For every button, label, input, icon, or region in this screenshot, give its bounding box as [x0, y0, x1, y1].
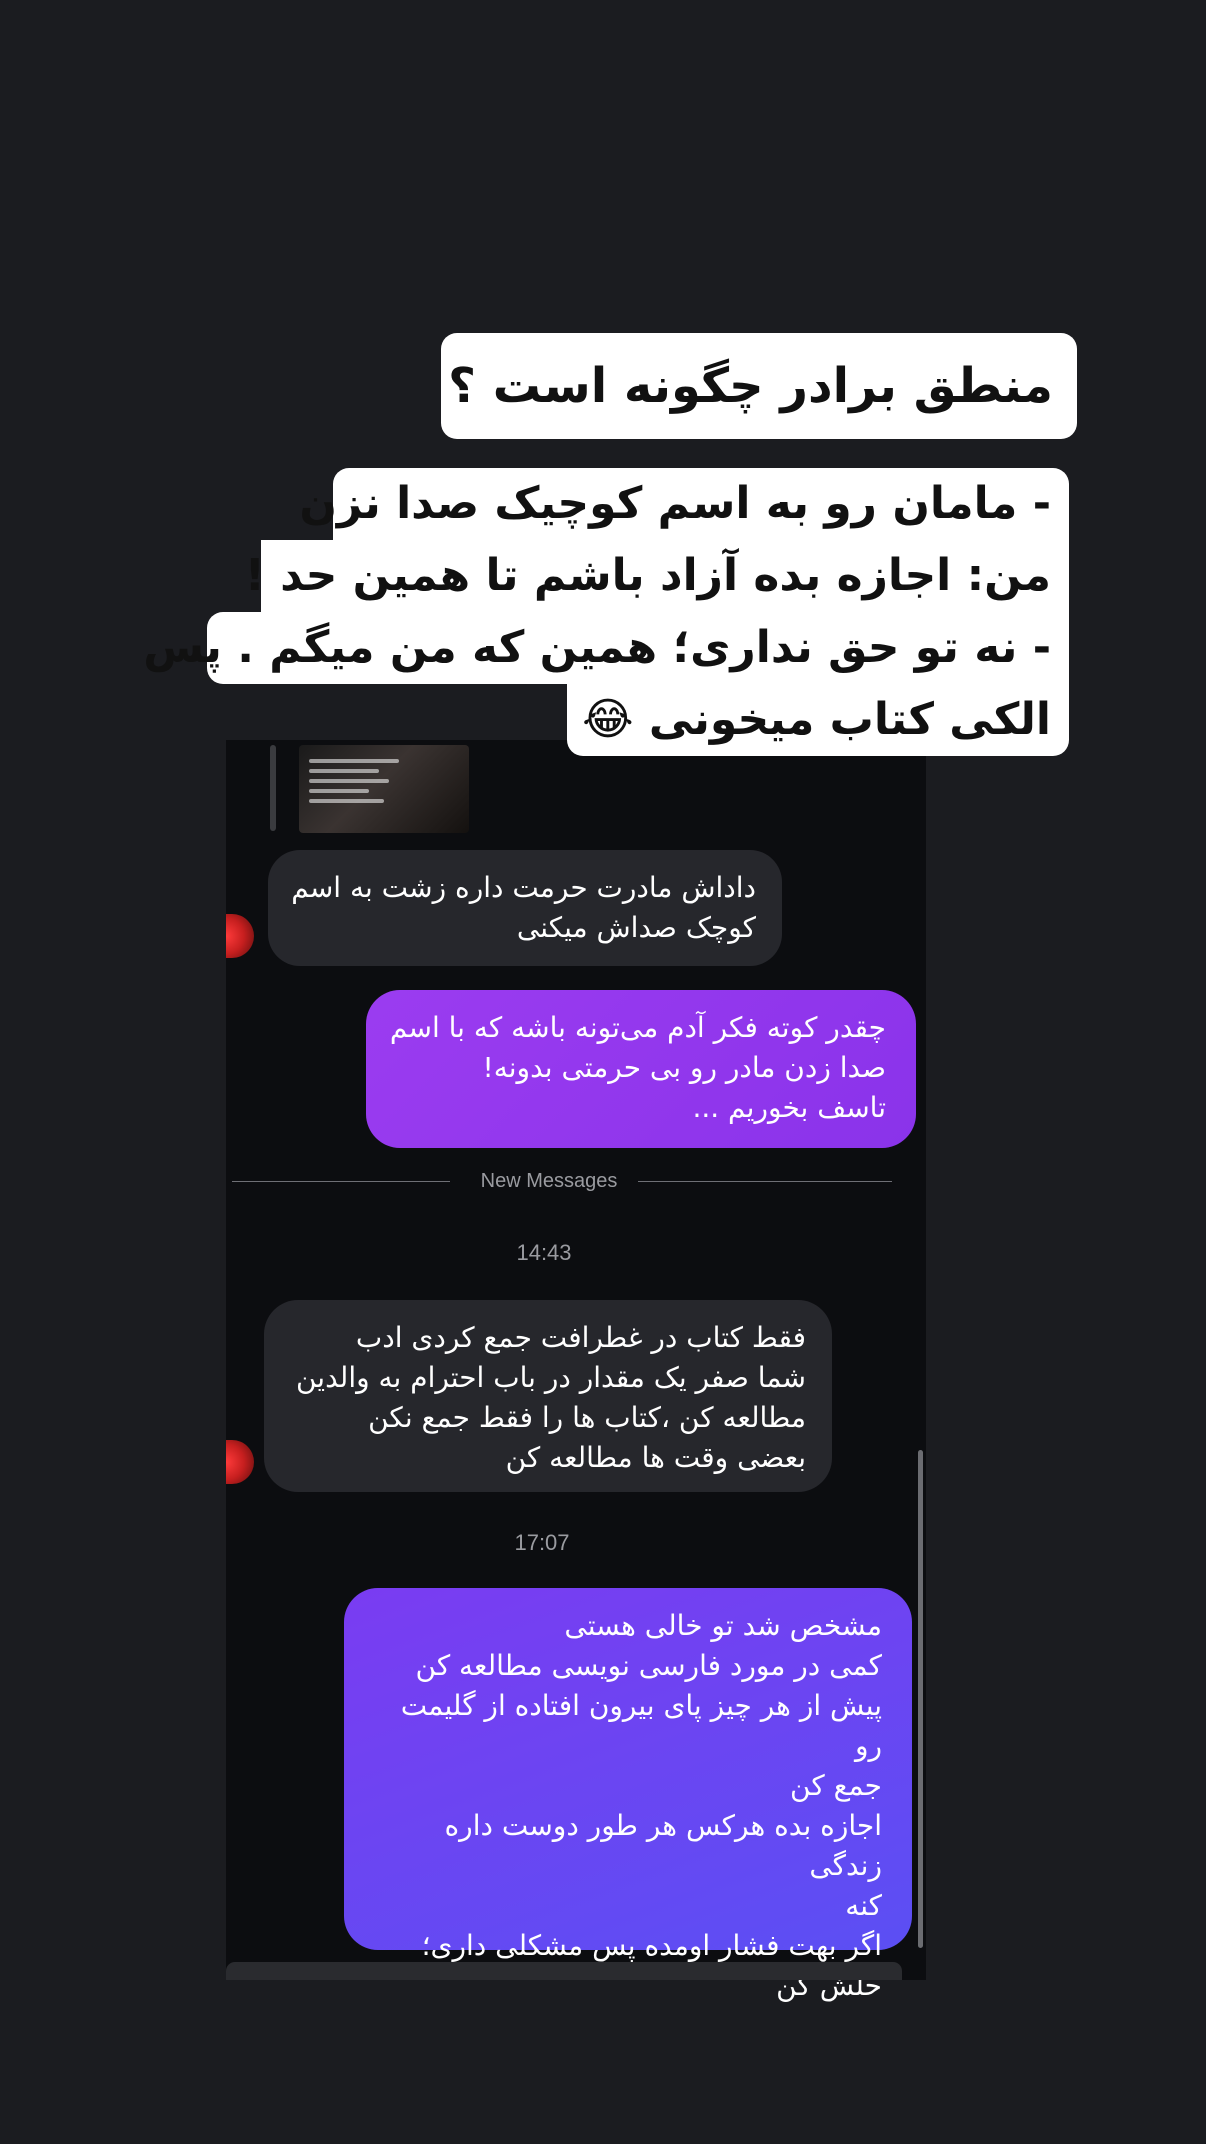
new-messages-divider: New Messages	[232, 1170, 892, 1192]
divider-label: New Messages	[480, 1170, 618, 1192]
timestamp: 17:07	[514, 1530, 570, 1555]
reply-quote-bar	[270, 745, 276, 831]
caption-line: الکی کتاب میخونی 😂	[567, 684, 1069, 756]
timestamp: 14:43	[516, 1240, 572, 1265]
title-card: منطق برادر چگونه است ؟	[441, 333, 1077, 439]
thumbnail-text-lines	[309, 753, 419, 809]
divider-line	[232, 1181, 450, 1182]
caption-line: - نه تو حق نداری؛ همین که من میگم . پس	[143, 612, 1069, 684]
message-bubble-outgoing[interactable]: چقدر کوته فکر آدم می‌تونه باشه که با اسم…	[366, 990, 916, 1148]
title-text: منطق برادر چگونه است ؟	[448, 358, 1053, 414]
message-bubble-outgoing[interactable]: مشخص شد تو خالی هستی کمی در مورد فارسی ن…	[344, 1588, 912, 2002]
caption-line: من: اجازه بده آزاد باشم تا همین حد !	[245, 540, 1069, 612]
composer-bar-edge	[226, 1962, 902, 1980]
quoted-image-thumbnail[interactable]	[299, 745, 469, 833]
message-bubble-incoming[interactable]: داداش مادرت حرمت داره زشت به اسم کوچک صد…	[268, 850, 782, 966]
message-bubble-incoming[interactable]: فقط کتاب در غطرافت جمع کردی ادب شما صفر …	[264, 1300, 832, 1492]
caption-line: - مامان رو به اسم کوچیک صدا نزن	[299, 468, 1069, 540]
divider-line	[638, 1181, 892, 1182]
scrollbar[interactable]	[918, 1450, 923, 1948]
